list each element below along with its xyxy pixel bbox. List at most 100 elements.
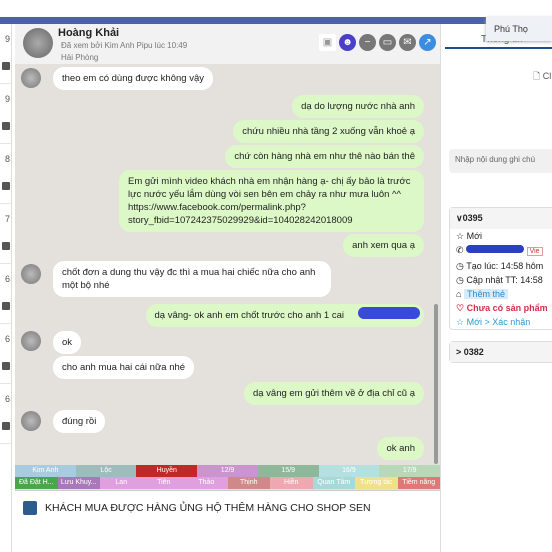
- top-bar: [0, 17, 552, 24]
- order-id-text: 0382: [463, 347, 484, 357]
- shop-logo-icon: [23, 501, 37, 515]
- document-label[interactable]: 🗋 Cl: [533, 69, 551, 85]
- message-out: dạ vâng em gửi thêm về ở địa chỉ cũ ạ: [243, 382, 424, 405]
- message-out: Em gửi mình video khách nhà em nhận hàng…: [119, 170, 424, 232]
- message-out: ok anh: [377, 437, 424, 460]
- check-icon: [2, 122, 10, 130]
- item-count: 6: [4, 274, 10, 284]
- tag-tags_row2-3[interactable]: Tiên: [142, 477, 185, 489]
- add-tag-button[interactable]: Thêm thẻ: [463, 289, 508, 299]
- mail-icon[interactable]: ✉: [399, 34, 416, 51]
- order-id-text: 0395: [462, 213, 483, 223]
- order-flow[interactable]: ☆ Mới > Xác nhận: [450, 315, 552, 329]
- avatar: [21, 264, 41, 284]
- composer-text[interactable]: KHÁCH MUA ĐƯỢC HÀNG ỦNG HỘ THÊM HÀNG CHO…: [45, 502, 371, 514]
- tag-tags_row2-0[interactable]: Đã Đặt H...: [15, 477, 58, 489]
- check-icon: [2, 182, 10, 190]
- list-item[interactable]: 9: [0, 24, 11, 84]
- phone-row: ✆ Vie: [450, 243, 552, 259]
- tag-tags_row1-2[interactable]: Huyền: [136, 465, 198, 477]
- tag-row: ⌂ Thêm thẻ: [450, 287, 552, 301]
- created-text: Tạo lúc: 14:58 hôm: [466, 261, 544, 271]
- check-icon: [2, 62, 10, 70]
- item-count: 8: [4, 154, 10, 164]
- item-count: 9: [4, 94, 10, 104]
- avatar: [21, 411, 41, 431]
- info-panel: Thông tin 🗋 Cl Nhập nội dung ghi chú ∨03…: [440, 24, 552, 552]
- open-external-icon[interactable]: ↗: [419, 34, 436, 51]
- message-in: theo em có dùng được không vậy: [53, 67, 213, 90]
- list-item[interactable]: 7: [0, 204, 11, 264]
- tag-tags_row1-4[interactable]: 15/9: [257, 465, 319, 477]
- order-card[interactable]: ∨0395 ☆ Mới ✆ Vie ◷ Tạo lúc: 14:58 hôm ◷…: [449, 207, 552, 330]
- tag-tags_row1-6[interactable]: 17/9: [379, 465, 441, 477]
- tag-tags_row2-7[interactable]: Quan Tâm: [312, 477, 355, 489]
- inbox-icon[interactable]: ▭: [379, 34, 396, 51]
- tag-tags_row2-8[interactable]: Tương tác: [355, 477, 398, 489]
- avatar: [21, 331, 41, 351]
- message-out: chứu nhiều nhà tầng 2 xuống vẫn khoẻ ạ: [233, 120, 424, 143]
- tag-tags_row1-5[interactable]: 16/9: [318, 465, 380, 477]
- list-item[interactable]: 9: [0, 84, 11, 144]
- message-list: theo em có dùng được không vậy dạ do lượ…: [15, 64, 440, 465]
- contact-name[interactable]: Hoàng Khải: [58, 27, 119, 39]
- item-count: 9: [4, 34, 10, 44]
- message-in: cho anh mua hai cái nữa nhé: [53, 356, 195, 379]
- scrollbar[interactable]: [434, 304, 438, 464]
- list-item[interactable]: 8: [0, 144, 11, 204]
- check-icon: [2, 362, 10, 370]
- badge: Vie: [526, 247, 543, 256]
- tag-tags_row1-0[interactable]: Kim Anh: [15, 465, 76, 477]
- message-out: chứ còn hàng nhà em như thê nào bán thê: [225, 145, 424, 168]
- reddit-icon[interactable]: ☻: [339, 34, 356, 51]
- order-id[interactable]: > 0382: [450, 342, 552, 362]
- tag-tags_row2-1[interactable]: Lưu Khuy...: [57, 477, 100, 489]
- tab-underline: [445, 47, 552, 49]
- check-icon: [2, 242, 10, 250]
- doc-text: Cl: [542, 71, 552, 81]
- tag-tags_row1-3[interactable]: 12/9: [197, 465, 258, 477]
- chat-header: Hoàng Khải Đã xem bởi Kim Anh Pipu lúc 1…: [15, 24, 440, 64]
- item-count: 7: [4, 214, 10, 224]
- contact-card-icon[interactable]: ▣: [319, 34, 336, 51]
- redacted-mark: [358, 307, 420, 319]
- avatar[interactable]: [23, 28, 53, 58]
- flow-text: Mới > Xác nhận: [466, 317, 531, 327]
- message-composer[interactable]: KHÁCH MUA ĐƯỢC HÀNG ỦNG HỘ THÊM HÀNG CHO…: [15, 490, 440, 552]
- list-item[interactable]: 6: [0, 384, 11, 444]
- order-id[interactable]: ∨0395: [450, 208, 552, 229]
- avatar: [21, 68, 41, 88]
- tag-tags_row2-4[interactable]: Thảo: [185, 477, 228, 489]
- item-count: 6: [4, 334, 10, 344]
- order-card[interactable]: > 0382: [449, 341, 552, 363]
- product-row: ♡ Chưa có sản phẩm: [456, 303, 548, 313]
- message-in: ok: [53, 331, 82, 354]
- chat-panel: Hoàng Khải Đã xem bởi Kim Anh Pipu lúc 1…: [15, 24, 441, 552]
- updated-text: Cập nhật TT: 14:58: [466, 275, 543, 285]
- tag-row-2: Đã Đặt H... Lưu Khuy... Lan Tiên Thảo Thịnh Hi…: [15, 477, 440, 489]
- no-product-text: Chưa có sản phẩm: [466, 303, 548, 313]
- block-icon[interactable]: −: [359, 34, 376, 51]
- item-count: 6: [4, 394, 10, 404]
- contact-location: Hải Phòng: [61, 53, 99, 62]
- conversation-list[interactable]: 9 9 8 7 6 6 6: [0, 24, 12, 552]
- tag-tags_row2-9[interactable]: Tiềm năng: [397, 477, 440, 489]
- list-item[interactable]: 6: [0, 324, 11, 384]
- created-time: ◷ Tạo lúc: 14:58 hôm: [456, 261, 544, 271]
- updated-time: ◷ Cập nhật TT: 14:58: [456, 275, 543, 285]
- tag-tags_row2-5[interactable]: Thịnh: [227, 477, 270, 489]
- message-in: đúng rồi: [53, 410, 106, 433]
- note-input[interactable]: Nhập nội dung ghi chú: [449, 149, 552, 173]
- tag-tags_row2-6[interactable]: Hiền: [270, 477, 313, 489]
- message-out: dạ do lượng nước nhà anh: [292, 95, 424, 118]
- seen-status: Đã xem bởi Kim Anh Pipu lúc 10:49: [61, 41, 188, 50]
- order-status: ☆ Mới: [456, 231, 482, 241]
- check-icon: [2, 302, 10, 310]
- list-item[interactable]: 6: [0, 264, 11, 324]
- redacted-phone: [466, 245, 525, 253]
- tag-tags_row2-2[interactable]: Lan: [100, 477, 143, 489]
- message-out: anh xem qua ạ: [343, 234, 424, 257]
- location-tooltip: Phú Thọ: [486, 17, 552, 41]
- tag-row-1: Kim Anh Lộc Huyền 12/9 15/9 16/9 17/9: [15, 465, 441, 477]
- tag-tags_row1-1[interactable]: Lộc: [75, 465, 137, 477]
